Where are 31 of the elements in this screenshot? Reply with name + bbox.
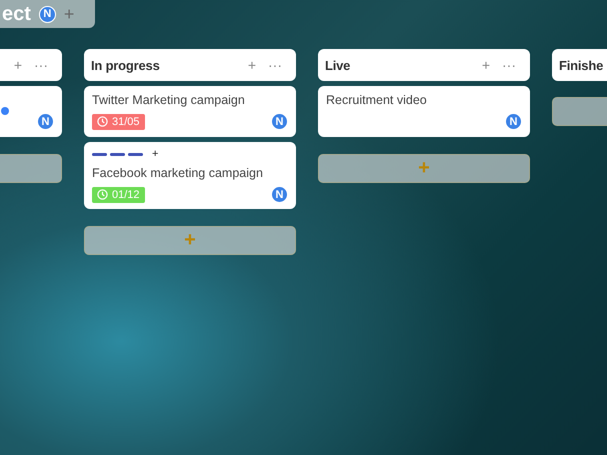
column-title: Live	[325, 58, 352, 72]
more-button[interactable]: ···	[28, 57, 54, 73]
label-bar[interactable]	[128, 153, 143, 156]
assignee-avatar[interactable]: N	[271, 186, 288, 203]
clock-icon	[97, 189, 108, 200]
project-title: ect	[2, 2, 31, 26]
add-button[interactable]: +	[476, 57, 496, 73]
add-button[interactable]: +	[242, 57, 262, 73]
more-button[interactable]: ···	[262, 57, 288, 73]
assignee-avatar[interactable]: N	[271, 113, 288, 130]
clock-icon	[97, 116, 108, 127]
label-bar[interactable]	[110, 153, 125, 156]
column-title: In progress	[91, 58, 161, 72]
member-avatar[interactable]: N	[38, 6, 56, 22]
column-title: Finishe	[559, 58, 604, 72]
more-button[interactable]: ···	[496, 57, 522, 73]
assignee-avatar[interactable]: N	[37, 113, 54, 130]
add-button[interactable]: +	[8, 57, 28, 73]
label-bar[interactable]	[92, 153, 107, 156]
add-member-button[interactable]: +	[64, 4, 74, 24]
task-card[interactable]: N	[0, 86, 62, 137]
add-label-button[interactable]: +	[146, 149, 158, 160]
task-card[interactable]: Recruitment video N	[318, 86, 530, 137]
assignee-avatar[interactable]: N	[505, 113, 522, 130]
card-title: Twitter Marketing campaign	[92, 93, 246, 107]
task-card[interactable]: Twitter Marketing campaign 31/05 N	[84, 86, 296, 137]
due-date-tag: 01/12	[92, 186, 145, 202]
due-date-tag: 31/05	[92, 114, 145, 130]
card-title: Recruitment video	[326, 93, 428, 107]
card-title: Facebook marketing campaign	[92, 166, 264, 180]
task-card[interactable]: + Facebook marketing campaign 01/12 N	[84, 142, 296, 209]
